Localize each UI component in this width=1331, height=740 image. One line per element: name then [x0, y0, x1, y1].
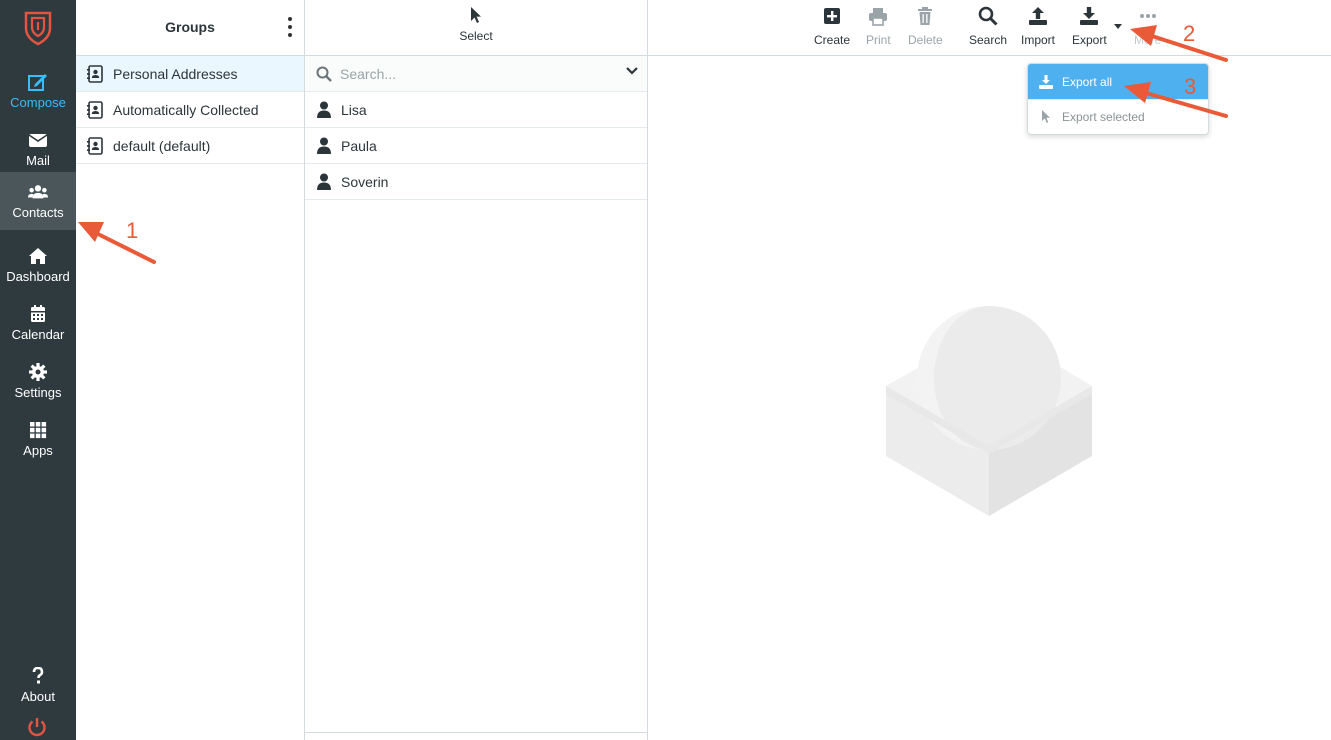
question-icon — [32, 666, 44, 683]
export-label: Export — [1072, 33, 1107, 47]
printer-icon — [869, 8, 888, 26]
export-dropdown-menu: Export all Export selected — [1027, 63, 1209, 135]
group-label: Personal Addresses — [113, 65, 238, 82]
create-button[interactable]: Create — [814, 6, 850, 47]
import-button[interactable]: Import — [1021, 6, 1055, 47]
nav-calendar-label: Calendar — [11, 326, 65, 342]
person-icon — [317, 137, 331, 154]
search-button[interactable]: Search — [969, 6, 1007, 47]
export-dropdown-caret-icon[interactable] — [1114, 24, 1122, 29]
nav-dashboard[interactable]: Dashboard — [0, 236, 76, 294]
empty-state-watermark — [886, 306, 1092, 516]
nav-settings[interactable]: Settings — [0, 352, 76, 410]
annotation-number-1: 1 — [126, 218, 139, 243]
app-logo — [24, 11, 52, 46]
export-button[interactable]: Export — [1072, 6, 1107, 47]
download-icon — [1039, 74, 1053, 89]
cursor-arrow-icon — [471, 7, 481, 23]
contact-row-soverin[interactable]: Soverin — [305, 164, 647, 200]
person-icon — [317, 173, 331, 190]
contact-list-panel: Select Lisa Paula Soverin — [305, 0, 648, 740]
delete-button[interactable]: Delete — [908, 6, 943, 47]
nav-apps-label: Apps — [23, 442, 53, 458]
contact-name: Paula — [341, 137, 377, 154]
group-label: Automatically Collected — [113, 101, 259, 118]
contact-row-paula[interactable]: Paula — [305, 128, 647, 164]
groups-options-icon[interactable] — [284, 17, 296, 37]
nav-about-label: About — [21, 688, 55, 704]
nav-about[interactable]: About — [0, 656, 76, 714]
nav-apps[interactable]: Apps — [0, 410, 76, 468]
main-navigation: Compose Mail Contacts Dashboard Calendar… — [0, 0, 76, 740]
group-item-automatically-collected[interactable]: Automatically Collected — [76, 92, 304, 128]
nav-contacts[interactable]: Contacts — [0, 172, 76, 230]
export-all-item[interactable]: Export all — [1028, 64, 1208, 99]
groups-header: Groups — [76, 0, 304, 56]
home-icon — [29, 247, 47, 264]
more-button[interactable]: More — [1134, 6, 1161, 47]
toolbar: Create Print Delete Search Import Export… — [648, 0, 1331, 56]
annotation-number-2: 2 — [1183, 21, 1196, 46]
plus-square-icon — [824, 8, 841, 24]
create-label: Create — [814, 33, 851, 47]
import-label: Import — [1021, 33, 1056, 47]
contact-name: Lisa — [341, 101, 367, 118]
nav-compose-label: Compose — [10, 94, 66, 110]
logout-power-icon[interactable] — [26, 716, 48, 738]
contact-search-bar — [305, 56, 647, 92]
contact-list-footer — [305, 732, 647, 740]
select-label: Select — [459, 29, 493, 43]
nav-mail-label: Mail — [26, 152, 50, 168]
search-icon — [316, 66, 332, 82]
nav-contacts-label: Contacts — [12, 204, 64, 220]
apps-grid-icon — [30, 421, 47, 438]
nav-calendar[interactable]: Calendar — [0, 294, 76, 352]
group-item-default[interactable]: default (default) — [76, 128, 304, 164]
cursor-arrow-icon — [1042, 110, 1050, 123]
group-label: default (default) — [113, 137, 211, 154]
nav-compose[interactable]: Compose — [0, 62, 76, 120]
select-button[interactable]: Select — [305, 6, 647, 43]
export-all-label: Export all — [1062, 74, 1113, 89]
compose-icon — [28, 73, 47, 91]
groups-title: Groups — [165, 19, 215, 35]
groups-panel: Groups Personal Addresses Automatically … — [76, 0, 305, 740]
content-panel: Create Print Delete Search Import Export… — [648, 0, 1331, 740]
group-item-personal-addresses[interactable]: Personal Addresses — [76, 56, 304, 92]
nav-dashboard-label: Dashboard — [6, 268, 70, 284]
contact-name: Soverin — [341, 173, 389, 190]
magnifier-icon — [978, 6, 998, 26]
delete-label: Delete — [908, 33, 943, 47]
mail-icon — [28, 133, 48, 147]
address-book-icon — [87, 64, 103, 83]
print-label: Print — [866, 33, 891, 47]
chevron-down-icon[interactable] — [626, 66, 638, 76]
contact-search-input[interactable] — [340, 65, 610, 82]
ellipsis-icon — [1139, 14, 1156, 18]
contact-list-header: Select — [305, 0, 647, 56]
export-selected-item[interactable]: Export selected — [1028, 99, 1208, 134]
more-label: More — [1134, 33, 1162, 47]
calendar-icon — [31, 304, 45, 322]
download-icon — [1080, 7, 1099, 25]
print-button[interactable]: Print — [866, 6, 891, 47]
person-icon — [317, 101, 331, 118]
nav-settings-label: Settings — [14, 384, 62, 400]
address-book-icon — [87, 136, 103, 155]
search-label: Search — [969, 33, 1008, 47]
upload-icon — [1029, 7, 1047, 25]
export-selected-label: Export selected — [1062, 110, 1145, 124]
annotation-number-3: 3 — [1184, 74, 1197, 99]
trash-icon — [918, 7, 933, 25]
address-book-icon — [87, 100, 103, 119]
gear-icon — [29, 362, 47, 381]
contacts-icon — [28, 184, 48, 198]
contact-row-lisa[interactable]: Lisa — [305, 92, 647, 128]
nav-mail[interactable]: Mail — [0, 120, 76, 178]
